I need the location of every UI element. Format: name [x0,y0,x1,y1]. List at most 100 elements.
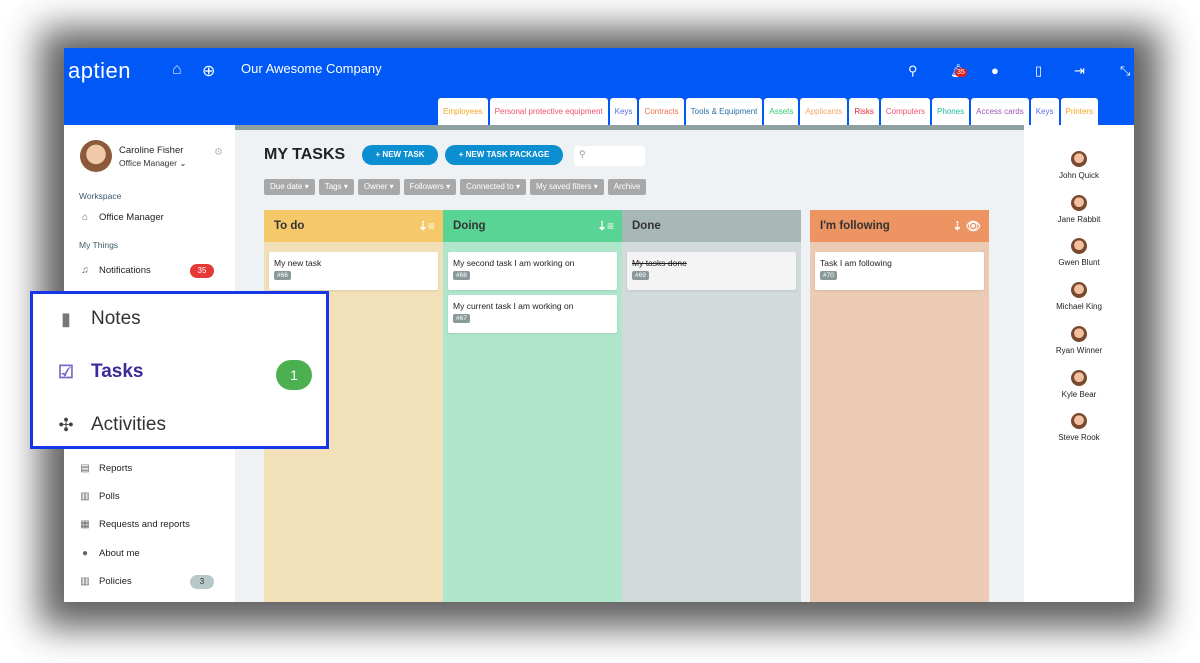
tab-keys[interactable]: Keys [1030,98,1059,125]
top-header: aptien ⌂ ⊕ Our Awesome Company ⚲ 🔔︎ 35 ●… [64,48,1134,125]
sort-icon[interactable]: ⇣ 👁︎ [952,210,981,242]
notification-badge: 35 [955,68,967,77]
avatar[interactable] [80,140,112,172]
home-icon[interactable]: ⌂ [172,61,182,79]
sidebar-item-office-manager[interactable]: ⌂ Office Manager [79,212,164,223]
poll-icon: ▥ [80,491,90,502]
tab-personal-protective-equipment[interactable]: Personal protective equipment [489,98,608,125]
company-name[interactable]: Our Awesome Company [241,61,382,76]
tasks-badge: 1 [276,360,312,390]
column-header: Doing ⇣≡ [443,210,622,242]
filter-button[interactable]: Tags ▾ [318,179,354,195]
callout-item-tasks[interactable]: ☑ Tasks [55,361,144,383]
tab-access-cards[interactable]: Access cards [971,98,1029,125]
module-tabs: Employees Personal protective equipment Ke… [438,98,1099,125]
item-label: Tasks [91,361,144,382]
gear-icon[interactable]: ⚙ [214,147,223,158]
task-card[interactable]: My second task I am working on #68 [448,252,617,290]
sidebar-item-label: About me [99,548,140,559]
person-name: Jane Rabbit [1057,214,1101,224]
column-title: Done [632,220,661,232]
tab-tools-equipment[interactable]: Tools & Equipment [685,98,763,125]
person-item[interactable]: Ryan Winner [1024,325,1134,355]
column-doing: Doing ⇣≡ My second task I am working on #68… [443,210,622,602]
mobile-icon[interactable]: ▯ [1035,63,1042,79]
notifications-badge: 35 [190,264,214,278]
sidebar-item-reports[interactable]: ▤ Reports [79,463,132,474]
person-item[interactable]: Jane Rabbit [1024,194,1134,224]
person-item[interactable]: Michael King [1024,282,1134,311]
tab-employees[interactable]: Employees [438,98,488,125]
task-id-badge: #69 [632,271,649,280]
new-task-package-button[interactable]: + NEW TASK PACKAGE [445,145,563,165]
sign-in-icon[interactable]: ⇥ [1074,63,1085,79]
callout-item-notes[interactable]: ▮ Notes [55,308,141,330]
filter-button[interactable]: Due date ▾ [264,179,315,195]
person-item[interactable]: John Quick [1024,151,1134,180]
callout-item-activities[interactable]: ✣ Activities [55,414,166,436]
highlight-callout: ▮ Notes ☑ Tasks 1 ✣ Activities [30,291,329,449]
tab-computers[interactable]: Computers [880,98,930,125]
user-name: Caroline Fisher [119,145,184,156]
sidebar-item-about-me[interactable]: ● About me [79,548,140,559]
column-i-m-following: I'm following ⇣ 👁︎ Task I am following #70 [810,210,989,602]
person-item[interactable]: Kyle Bear [1024,369,1134,399]
tab-applicants[interactable]: Applicants [800,98,848,125]
tab-keys[interactable]: Keys [609,98,638,125]
sort-icon[interactable]: ⇣≡ [597,210,614,242]
tab-phones[interactable]: Phones [932,98,970,125]
tab-risks[interactable]: Risks [849,98,879,125]
sidebar-item-polls[interactable]: ▥ Polls [79,491,119,502]
filter-button[interactable]: Followers ▾ [403,179,457,195]
filter-button[interactable]: Owner ▾ [357,179,400,195]
sort-icon[interactable]: ⇣≡ [418,210,435,242]
policies-badge: 3 [190,575,214,589]
person-name: Steve Rook [1058,433,1100,443]
sidebar-item-label: Reports [99,463,133,474]
user-role-dropdown[interactable]: Office Manager ⌄ [119,158,186,169]
task-card[interactable]: My new task #66 [269,252,438,290]
logo[interactable]: aptien [68,58,131,84]
people-panel: John Quick Jane Rabbit Gwen Blunt Michael K… [1024,125,1134,602]
task-card[interactable]: My current task I am working on #67 [448,295,617,333]
report-icon: ▤ [80,463,90,474]
compress-icon[interactable]: ⤡ [1120,63,1130,79]
sidebar-item-notifications[interactable]: ♫ Notifications [79,265,151,276]
chat-icon[interactable]: ● [991,63,999,78]
avatar [1071,369,1087,386]
add-circle-icon[interactable]: ⊕ [202,61,215,81]
avatar [1071,151,1087,167]
avatar [1071,282,1087,299]
column-done: Done My tasks done #69 [622,210,801,602]
task-card[interactable]: Task I am following #70 [815,252,984,290]
avatar [1071,194,1087,211]
activities-icon: ✣ [58,414,74,435]
column-title: I'm following [820,220,890,232]
task-title: My new task [274,258,322,268]
tab-printers[interactable]: Printers [1060,98,1099,125]
person-name: Michael King [1056,302,1102,312]
sidebar-item-label: Policies [99,576,132,587]
user-icon: ● [81,548,89,559]
sidebar-item-requests[interactable]: ▦ Requests and reports [79,519,190,530]
sidebar-item-label: Requests and reports [99,519,190,530]
person-name: Gwen Blunt [1058,258,1100,268]
search-icon[interactable]: ⚲ [908,63,918,79]
sidebar-item-policies[interactable]: ▥ Policies [79,576,132,587]
person-name: Kyle Bear [1061,389,1097,399]
person-item[interactable]: Gwen Blunt [1024,238,1134,267]
person-item[interactable]: Steve Rook [1024,413,1134,442]
filter-button[interactable]: My saved filters ▾ [529,179,604,195]
tab-contracts[interactable]: Contracts [639,98,684,125]
task-id-badge: #70 [820,271,837,280]
person-name: John Quick [1058,171,1100,180]
search-input[interactable]: ⚲ [574,146,645,166]
filter-button[interactable]: Connected to ▾ [460,179,526,195]
person-name: Ryan Winner [1055,345,1103,355]
tab-assets[interactable]: Assets [764,98,799,125]
new-task-button[interactable]: + NEW TASK [362,145,438,165]
task-card[interactable]: My tasks done #69 [627,252,796,290]
filter-button[interactable]: Archive [607,179,647,195]
column-title: To do [274,220,305,232]
clipboard-check-icon: ☑ [57,361,75,382]
